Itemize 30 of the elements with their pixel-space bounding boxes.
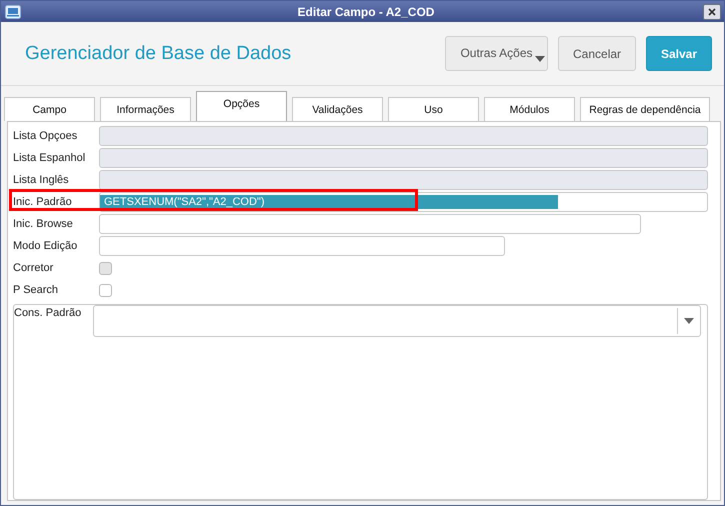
window-title: Editar Campo - A2_COD (296, 4, 436, 18)
field-label: Inic. Padrão (13, 196, 73, 208)
tab[interactable]: Regras de dependência (580, 97, 710, 121)
dropdown-arrow-icon (684, 318, 694, 324)
field-label: Lista Espanhol (13, 152, 86, 164)
checkbox[interactable] (99, 284, 112, 296)
action-button[interactable]: Cancelar (558, 36, 636, 71)
window-icon (5, 4, 21, 18)
tab[interactable]: Informações (100, 97, 191, 121)
field-label: Corretor (13, 262, 54, 274)
tab[interactable]: Opções (196, 91, 287, 121)
input-field[interactable] (99, 236, 505, 256)
action-button[interactable]: Outras Ações (445, 36, 548, 71)
input-field[interactable] (99, 214, 641, 234)
close-button[interactable] (703, 4, 721, 20)
field-label: P Search (13, 284, 60, 296)
field-label: Lista Opçoes (13, 130, 78, 142)
field-label: Inic. Browse (13, 218, 74, 230)
tab[interactable]: Uso (388, 97, 479, 121)
field-label: Modo Edição (13, 240, 78, 252)
field-label: Lista Inglês (13, 174, 70, 186)
tab[interactable]: Campo (4, 97, 95, 121)
close-icon (708, 8, 716, 16)
caret-icon (535, 56, 545, 62)
tab[interactable]: Módulos (484, 97, 575, 121)
page-title: Gerenciador de Base de Dados (25, 42, 292, 64)
dropdown-field[interactable] (93, 305, 701, 337)
tab[interactable]: Validações (292, 97, 383, 121)
field-label: Cons. Padrão (14, 307, 82, 319)
field-value: GETSXENUM("SA2","A2_COD") (100, 195, 558, 209)
